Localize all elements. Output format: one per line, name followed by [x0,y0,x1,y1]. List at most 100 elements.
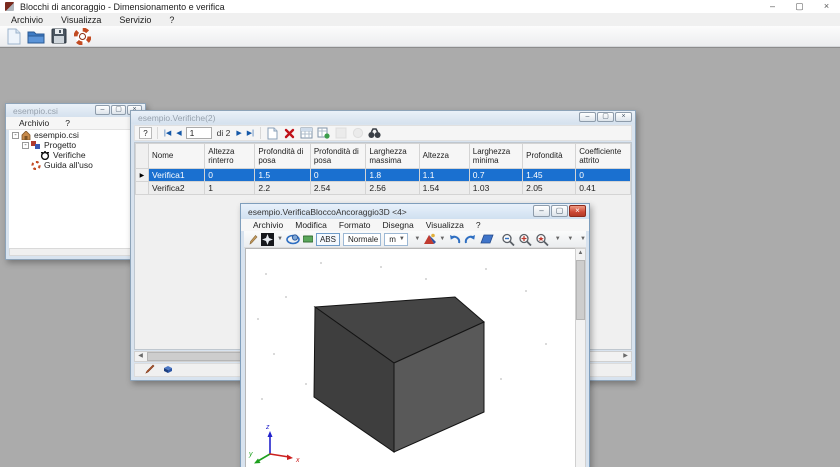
anchor-block-3d-model: z y x [246,249,576,467]
grid-window-titlebar[interactable]: esempio.Verifiche(2) – ▢ × [131,111,635,124]
open-folder-icon[interactable] [27,28,45,45]
menu-archivio[interactable]: Archivio [12,118,56,128]
menu-help[interactable]: ? [470,220,487,230]
menu-visualizza[interactable]: Visualizza [52,15,110,25]
col-coefficiente-attrito[interactable]: Coefficienteattrito [576,144,631,169]
3d-viewport[interactable]: z y x [245,248,577,467]
dropdown-caret-icon[interactable]: ▼ [414,236,420,242]
minimize-button[interactable]: – [533,205,550,217]
tree-item-verifiche[interactable]: Verifiche [9,150,142,160]
minimize-button[interactable]: – [579,112,596,122]
zoom-extents-icon[interactable] [518,233,532,246]
new-document-icon[interactable] [4,28,22,45]
snap-settings-icon[interactable] [261,233,274,246]
menu-archivio[interactable]: Archivio [2,15,52,25]
first-record-button[interactable]: |◀ [163,130,172,137]
save-icon[interactable] [50,28,68,45]
zoom-window-icon[interactable] [535,233,549,246]
help-button[interactable]: ? [139,127,152,139]
col-larghezza-minima[interactable]: Larghezzaminima [469,144,522,169]
minimize-button[interactable]: – [95,105,110,115]
tree-item-label: Guida all'uso [44,160,93,170]
scrollbar-thumb[interactable] [576,260,585,320]
col-altezza[interactable]: Altezza [419,144,469,169]
maximize-button[interactable]: ▢ [597,112,614,122]
menu-help[interactable]: ? [58,118,77,128]
col-nome[interactable]: Nome [148,144,204,169]
table-row-verifica1[interactable]: ▶ Verifica1 0 1.5 0 1.8 1.1 0.7 1.45 0 [136,169,631,182]
layer-icon[interactable] [303,233,313,246]
row-selector-header [136,144,149,169]
tree-item-progetto[interactable]: - Progetto [9,140,142,150]
dropdown-caret-icon[interactable]: ▼ [277,236,283,242]
grid-settings-icon[interactable] [317,127,331,140]
toolbar-overflow-icon[interactable]: ▼ [567,236,573,242]
current-record-input[interactable]: 1 [186,127,212,139]
menu-formato[interactable]: Formato [333,220,377,230]
viewer-window-controls: – ▢ × [533,205,586,217]
maximize-button[interactable]: ▢ [786,0,813,13]
abs-mode-button[interactable]: ABS [316,233,340,246]
close-button[interactable]: × [813,0,840,13]
record-navigator-toolbar: ? |◀ ◀ 1 di 2 ▶ ▶| [134,125,632,141]
unit-value: m [389,235,396,244]
toolbar-overflow-icon[interactable]: ▼ [580,236,586,242]
col-profondita[interactable]: Profondità [523,144,576,169]
tree-window-titlebar[interactable]: esempio.csi – ▢ × [6,104,145,117]
collapse-icon[interactable]: - [22,142,29,149]
data-table: Nome Altezzarinterro Profondità diposa P… [135,143,631,195]
maximize-button[interactable]: ▢ [111,105,126,115]
new-record-icon[interactable] [266,127,280,140]
collapse-icon[interactable]: - [12,132,19,139]
help-lifebuoy-icon[interactable] [73,28,91,45]
find-binoculars-icon[interactable] [368,127,382,140]
disabled-tool-icon [334,127,348,140]
menu-servizio[interactable]: Servizio [110,15,160,25]
scroll-right-icon[interactable]: ▶ [620,352,631,361]
style-combobox[interactable]: Normale [343,233,381,246]
maximize-button[interactable]: ▢ [551,205,568,217]
scroll-left-icon[interactable]: ◀ [135,352,146,361]
viewer-vertical-scrollbar[interactable]: ▲ ▼ [575,248,586,467]
col-altezza-rinterro[interactable]: Altezzarinterro [205,144,255,169]
zoom-out-icon[interactable] [501,233,515,246]
plane-icon[interactable] [480,233,494,246]
close-button[interactable]: × [569,205,586,217]
viewer-menubar: Archivio Modifica Formato Disegna Visual… [241,219,589,231]
menu-modifica[interactable]: Modifica [289,220,333,230]
previous-record-button[interactable]: ◀ [175,130,182,137]
menu-visualizza[interactable]: Visualizza [420,220,470,230]
table-row-verifica2[interactable]: Verifica2 1 2.2 2.54 2.56 1.54 1.03 2.05… [136,182,631,195]
menu-help[interactable]: ? [160,15,183,25]
tree-item-esempio-csi[interactable]: - esempio.csi [9,130,142,140]
minimize-button[interactable]: – [759,0,786,13]
orbit-3d-icon[interactable] [286,233,300,246]
toolbar-separator [157,127,158,139]
menu-archivio[interactable]: Archivio [247,220,289,230]
col-larghezza-massima[interactable]: Larghezzamassima [366,144,419,169]
delete-record-icon[interactable] [283,127,297,140]
redo-icon[interactable] [464,233,477,246]
tree-item-label: Progetto [44,140,76,150]
menu-disegna[interactable]: Disegna [377,220,420,230]
undo-icon[interactable] [448,233,461,246]
viewer-window: esempio.VerificaBloccoAncoraggio3D <4> –… [240,203,590,467]
edit-grid-icon[interactable] [300,127,314,140]
ucs-icon[interactable] [423,233,436,246]
toolbar-overflow-icon[interactable]: ▼ [555,236,561,242]
col-profondita-posa-2[interactable]: Profondità diposa [310,144,366,169]
dropdown-caret-icon[interactable]: ▼ [439,236,445,242]
unit-combobox[interactable]: m ▼ [384,233,408,246]
row-selector [136,182,149,195]
grid-window-controls: – ▢ × [579,112,632,122]
viewer-window-titlebar[interactable]: esempio.VerificaBloccoAncoraggio3D <4> –… [241,204,589,219]
application-root: Blocchi di ancoraggio - Dimensionamento … [0,0,840,467]
close-button[interactable]: × [615,112,632,122]
next-record-button[interactable]: ▶ [235,130,242,137]
scroll-up-icon[interactable]: ▲ [576,249,585,258]
last-record-button[interactable]: ▶| [246,130,255,137]
pencil-icon[interactable] [249,233,258,246]
project-tree: - esempio.csi - Progetto [9,130,142,248]
tree-item-guida[interactable]: Guida all'uso [9,160,142,170]
col-profondita-posa-1[interactable]: Profondità diposa [255,144,311,169]
